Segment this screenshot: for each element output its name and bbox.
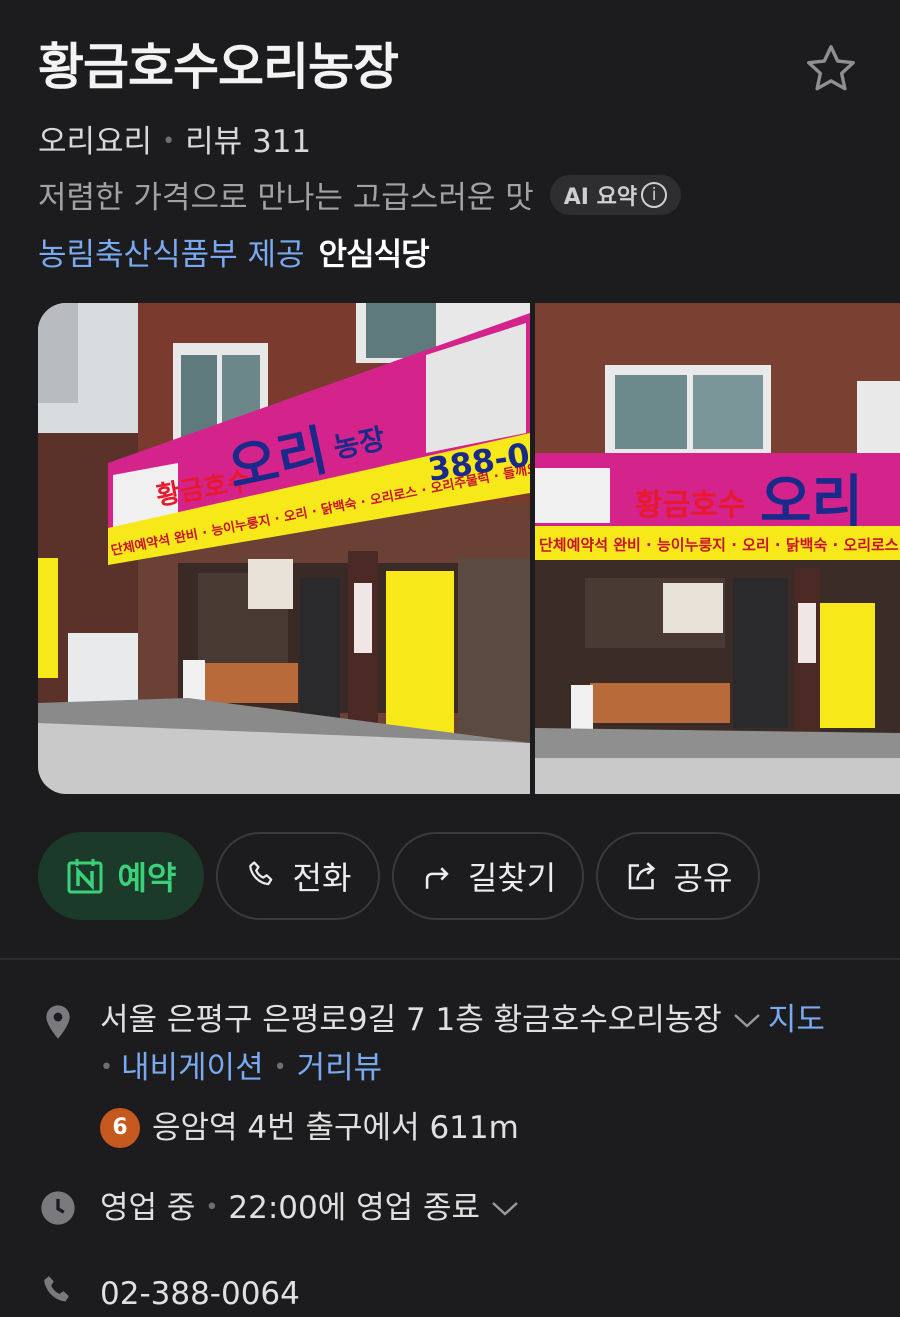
star-icon[interactable]: [802, 40, 860, 98]
phone-section[interactable]: 02-388-0064: [38, 1270, 870, 1317]
navigation-link[interactable]: 내비게이션: [121, 1050, 264, 1086]
certification-row: 농림축산식품부 제공 안심식당: [38, 229, 430, 274]
share-button[interactable]: 공유: [596, 832, 760, 920]
storefront-photo-2[interactable]: 황금호수 오리 단체예약석 완비 · 능이누룽지 · 오리 · 닭백숙 · 오리…: [535, 303, 900, 794]
directions-icon: [425, 867, 449, 889]
open-status: 영업 중: [100, 1190, 196, 1226]
separator-dot: •: [100, 1055, 113, 1080]
closing-time: 22:00에 영업 종료: [228, 1190, 481, 1226]
naver-calendar-icon: [67, 859, 103, 894]
separator-dot: •: [205, 1195, 219, 1220]
ai-summary-text: 저렴한 가격으로 만나는 고급스러운 맛: [38, 180, 534, 216]
photo-gallery[interactable]: 황금호수 오리 농장 단체예약석 완비 · 능이누룽지 · 오리 · 닭백숙 ·…: [38, 303, 900, 794]
address-text[interactable]: 서울 은평구 은평로9길 7 1층 황금호수오리농장: [100, 1002, 722, 1038]
place-title: 황금호수오리농장: [38, 38, 399, 96]
address-section: 서울 은평구 은평로9길 7 1층 황금호수오리농장 지도 • 내비게이션 • 거리뷰 …: [38, 996, 870, 1152]
directions-button[interactable]: 길찾기: [392, 832, 584, 920]
safe-restaurant-label: 안심식당: [318, 237, 430, 273]
share-label: 공유: [673, 859, 733, 897]
street-view-link[interactable]: 거리뷰: [297, 1050, 383, 1086]
reserve-label: 예약: [117, 859, 177, 897]
call-label: 전화: [292, 859, 352, 897]
sign2-brand-big: 오리: [760, 470, 863, 535]
category-row: 오리요리 • 리뷰 311: [38, 116, 311, 161]
directions-label: 길찾기: [467, 859, 557, 897]
share-icon: [628, 862, 655, 890]
ai-badge-label: AI 요약: [563, 184, 638, 210]
location-pin-icon: [46, 1005, 70, 1039]
map-link[interactable]: 지도: [768, 1002, 825, 1038]
review-count[interactable]: 리뷰 311: [185, 124, 311, 160]
phone-icon: [44, 1276, 69, 1302]
call-button[interactable]: 전화: [216, 832, 380, 920]
subway-line-badge: 6: [100, 1108, 140, 1148]
phone-number[interactable]: 02-388-0064: [100, 1276, 300, 1312]
reserve-button[interactable]: 예약: [38, 832, 204, 920]
clock-icon: [41, 1191, 75, 1225]
storefront-photo-1[interactable]: 황금호수 오리 농장 단체예약석 완비 · 능이누룽지 · 오리 · 닭백숙 ·…: [38, 303, 530, 794]
sign2-brand-small: 황금호수: [635, 488, 745, 523]
separator-dot: •: [273, 1055, 287, 1080]
summary-row: 저렴한 가격으로 만나는 고급스러운 맛 AI 요약 i: [38, 172, 682, 217]
sign2-menu-line: 단체예약석 완비 · 능이누룽지 · 오리 · 닭백숙 · 오리로스 · 오리주…: [539, 536, 900, 554]
chevron-down-icon[interactable]: [732, 1010, 762, 1030]
action-buttons: 예약 전화 길찾기 공유: [38, 832, 760, 920]
hours-section[interactable]: 영업 중 • 22:00에 영업 종료: [38, 1184, 870, 1236]
separator-dot: •: [162, 129, 176, 154]
subway-info: 6 응암역 4번 출구에서 611m: [100, 1104, 519, 1152]
chevron-down-icon[interactable]: [490, 1198, 520, 1218]
subway-distance: 응암역 4번 출구에서 611m: [152, 1110, 519, 1146]
provider-link[interactable]: 농림축산식품부 제공: [38, 237, 305, 273]
category-label: 오리요리: [38, 124, 153, 160]
ai-summary-badge[interactable]: AI 요약 i: [549, 174, 682, 215]
section-divider: [0, 958, 900, 960]
info-icon: i: [641, 181, 668, 208]
phone-icon: [248, 861, 272, 886]
place-header: 황금호수오리농장: [38, 36, 862, 98]
